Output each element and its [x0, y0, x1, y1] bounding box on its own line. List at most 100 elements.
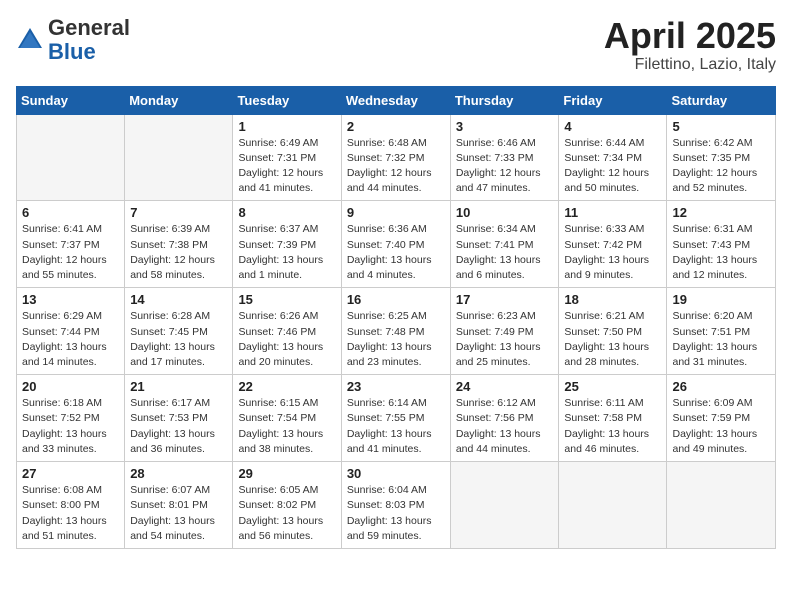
day-info: Sunrise: 6:49 AMSunset: 7:31 PMDaylight:…: [238, 136, 335, 197]
day-number: 9: [347, 205, 445, 220]
day-info: Sunrise: 6:42 AMSunset: 7:35 PMDaylight:…: [672, 136, 770, 197]
day-info: Sunrise: 6:15 AMSunset: 7:54 PMDaylight:…: [238, 396, 335, 457]
header-sunday: Sunday: [17, 86, 125, 114]
calendar-cell: 22Sunrise: 6:15 AMSunset: 7:54 PMDayligh…: [233, 375, 341, 462]
day-info: Sunrise: 6:36 AMSunset: 7:40 PMDaylight:…: [347, 222, 445, 283]
calendar-cell: [559, 462, 667, 549]
day-number: 19: [672, 292, 770, 307]
day-number: 6: [22, 205, 119, 220]
logo: General Blue: [16, 16, 130, 64]
header-thursday: Thursday: [450, 86, 559, 114]
day-number: 24: [456, 379, 554, 394]
day-number: 26: [672, 379, 770, 394]
calendar-cell: [450, 462, 559, 549]
day-info: Sunrise: 6:23 AMSunset: 7:49 PMDaylight:…: [456, 309, 554, 370]
day-number: 10: [456, 205, 554, 220]
day-info: Sunrise: 6:25 AMSunset: 7:48 PMDaylight:…: [347, 309, 445, 370]
logo-text: General Blue: [48, 16, 130, 64]
day-number: 4: [564, 119, 661, 134]
calendar-cell: 29Sunrise: 6:05 AMSunset: 8:02 PMDayligh…: [233, 462, 341, 549]
calendar-cell: 27 Sunrise: 6:08 AMSunset: 8:00 PMDayligh…: [17, 462, 125, 549]
calendar-cell: 7 Sunrise: 6:39 AMSunset: 7:38 PMDaylight…: [125, 201, 233, 288]
day-number: 15: [238, 292, 335, 307]
calendar-cell: 17 Sunrise: 6:23 AMSunset: 7:49 PMDayligh…: [450, 288, 559, 375]
day-number: 17: [456, 292, 554, 307]
day-number: 27: [22, 466, 119, 481]
calendar-cell: 12 Sunrise: 6:31 AMSunset: 7:43 PMDayligh…: [667, 201, 776, 288]
calendar-week-row-5: 27 Sunrise: 6:08 AMSunset: 8:00 PMDayligh…: [17, 462, 776, 549]
calendar-cell: 23 Sunrise: 6:14 AMSunset: 7:55 PMDayligh…: [341, 375, 450, 462]
day-number: 14: [130, 292, 227, 307]
day-number: 18: [564, 292, 661, 307]
calendar-cell: [17, 114, 125, 201]
day-info: Sunrise: 6:28 AMSunset: 7:45 PMDaylight:…: [130, 309, 227, 370]
day-number: 12: [672, 205, 770, 220]
day-number: 30: [347, 466, 445, 481]
day-info: Sunrise: 6:18 AMSunset: 7:52 PMDaylight:…: [22, 396, 119, 457]
day-number: 8: [238, 205, 335, 220]
header: General Blue April 2025 Filettino, Lazio…: [16, 16, 776, 74]
day-info: Sunrise: 6:05 AMSunset: 8:02 PMDaylight:…: [238, 483, 335, 544]
day-info: Sunrise: 6:37 AMSunset: 7:39 PMDaylight:…: [238, 222, 335, 283]
header-tuesday: Tuesday: [233, 86, 341, 114]
calendar-cell: 8 Sunrise: 6:37 AMSunset: 7:39 PMDaylight…: [233, 201, 341, 288]
calendar-cell: 15Sunrise: 6:26 AMSunset: 7:46 PMDayligh…: [233, 288, 341, 375]
day-number: 20: [22, 379, 119, 394]
calendar-cell: 5 Sunrise: 6:42 AMSunset: 7:35 PMDaylight…: [667, 114, 776, 201]
day-info: Sunrise: 6:11 AMSunset: 7:58 PMDaylight:…: [564, 396, 661, 457]
calendar-cell: 13 Sunrise: 6:29 AMSunset: 7:44 PMDayligh…: [17, 288, 125, 375]
weekday-header-row: Sunday Monday Tuesday Wednesday Thursday…: [17, 86, 776, 114]
page-container: General Blue April 2025 Filettino, Lazio…: [0, 0, 792, 557]
logo-icon: [16, 26, 44, 54]
calendar-cell: 14 Sunrise: 6:28 AMSunset: 7:45 PMDayligh…: [125, 288, 233, 375]
calendar-cell: 16 Sunrise: 6:25 AMSunset: 7:48 PMDayligh…: [341, 288, 450, 375]
day-info: Sunrise: 6:29 AMSunset: 7:44 PMDaylight:…: [22, 309, 119, 370]
calendar-cell: 3Sunrise: 6:46 AMSunset: 7:33 PMDaylight…: [450, 114, 559, 201]
day-info: Sunrise: 6:31 AMSunset: 7:43 PMDaylight:…: [672, 222, 770, 283]
calendar-cell: 24Sunrise: 6:12 AMSunset: 7:56 PMDayligh…: [450, 375, 559, 462]
day-info: Sunrise: 6:33 AMSunset: 7:42 PMDaylight:…: [564, 222, 661, 283]
day-number: 5: [672, 119, 770, 134]
location: Filettino, Lazio, Italy: [604, 56, 776, 74]
day-number: 25: [564, 379, 661, 394]
calendar-cell: 2Sunrise: 6:48 AMSunset: 7:32 PMDaylight…: [341, 114, 450, 201]
day-info: Sunrise: 6:09 AMSunset: 7:59 PMDaylight:…: [672, 396, 770, 457]
day-info: Sunrise: 6:39 AMSunset: 7:38 PMDaylight:…: [130, 222, 227, 283]
calendar-cell: 28Sunrise: 6:07 AMSunset: 8:01 PMDayligh…: [125, 462, 233, 549]
calendar-cell: 6 Sunrise: 6:41 AMSunset: 7:37 PMDaylight…: [17, 201, 125, 288]
day-number: 11: [564, 205, 661, 220]
day-number: 13: [22, 292, 119, 307]
day-number: 16: [347, 292, 445, 307]
day-number: 21: [130, 379, 227, 394]
day-info: Sunrise: 6:21 AMSunset: 7:50 PMDaylight:…: [564, 309, 661, 370]
day-info: Sunrise: 6:46 AMSunset: 7:33 PMDaylight:…: [456, 136, 554, 197]
day-info: Sunrise: 6:41 AMSunset: 7:37 PMDaylight:…: [22, 222, 119, 283]
day-info: Sunrise: 6:44 AMSunset: 7:34 PMDaylight:…: [564, 136, 661, 197]
calendar-week-row-2: 6 Sunrise: 6:41 AMSunset: 7:37 PMDaylight…: [17, 201, 776, 288]
day-number: 1: [238, 119, 335, 134]
header-saturday: Saturday: [667, 86, 776, 114]
day-info: Sunrise: 6:20 AMSunset: 7:51 PMDaylight:…: [672, 309, 770, 370]
month-year: April 2025: [604, 16, 776, 56]
calendar-cell: 18 Sunrise: 6:21 AMSunset: 7:50 PMDayligh…: [559, 288, 667, 375]
calendar-cell: 26 Sunrise: 6:09 AMSunset: 7:59 PMDayligh…: [667, 375, 776, 462]
day-info: Sunrise: 6:34 AMSunset: 7:41 PMDaylight:…: [456, 222, 554, 283]
calendar-week-row-3: 13 Sunrise: 6:29 AMSunset: 7:44 PMDayligh…: [17, 288, 776, 375]
day-number: 7: [130, 205, 227, 220]
calendar-cell: 9 Sunrise: 6:36 AMSunset: 7:40 PMDaylight…: [341, 201, 450, 288]
calendar-cell: 25 Sunrise: 6:11 AMSunset: 7:58 PMDayligh…: [559, 375, 667, 462]
calendar-cell: 20 Sunrise: 6:18 AMSunset: 7:52 PMDayligh…: [17, 375, 125, 462]
day-number: 2: [347, 119, 445, 134]
header-friday: Friday: [559, 86, 667, 114]
calendar-cell: [125, 114, 233, 201]
day-number: 23: [347, 379, 445, 394]
calendar-cell: 21 Sunrise: 6:17 AMSunset: 7:53 PMDayligh…: [125, 375, 233, 462]
day-info: Sunrise: 6:14 AMSunset: 7:55 PMDaylight:…: [347, 396, 445, 457]
calendar-cell: 1 Sunrise: 6:49 AMSunset: 7:31 PMDaylight…: [233, 114, 341, 201]
day-info: Sunrise: 6:08 AMSunset: 8:00 PMDaylight:…: [22, 483, 119, 544]
calendar-cell: 30Sunrise: 6:04 AMSunset: 8:03 PMDayligh…: [341, 462, 450, 549]
header-wednesday: Wednesday: [341, 86, 450, 114]
calendar-cell: [667, 462, 776, 549]
day-info: Sunrise: 6:17 AMSunset: 7:53 PMDaylight:…: [130, 396, 227, 457]
calendar-cell: 4 Sunrise: 6:44 AMSunset: 7:34 PMDaylight…: [559, 114, 667, 201]
